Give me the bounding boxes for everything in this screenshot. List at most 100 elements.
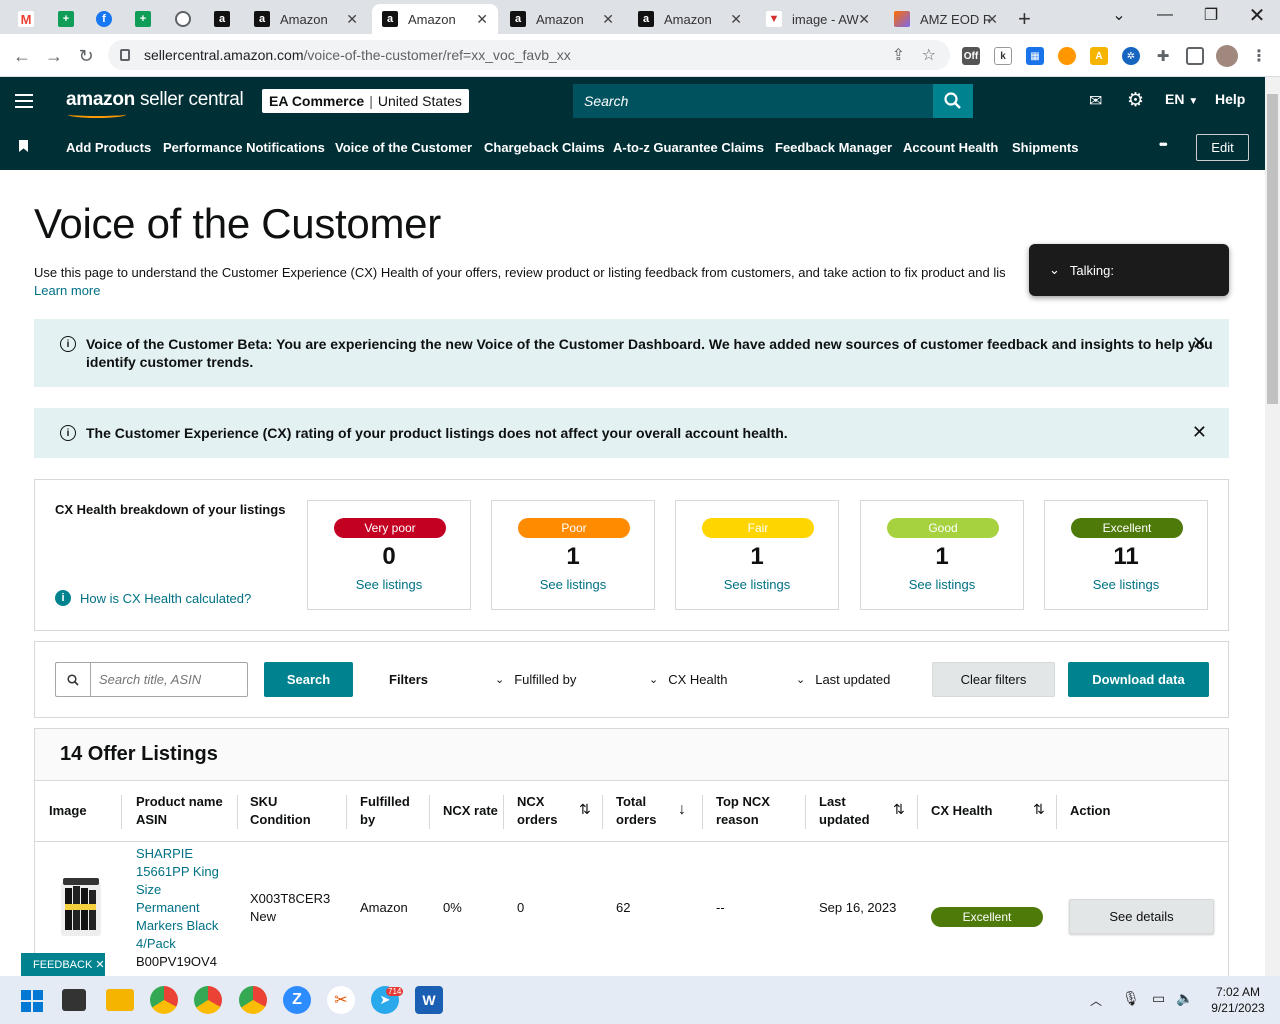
browser-tab-amz-eod[interactable]: AMZ EOD R ✕	[884, 4, 1008, 34]
nav-shipments[interactable]: Shipments	[1012, 140, 1078, 155]
seller-central-logo[interactable]: amazon seller central	[66, 89, 244, 118]
sort-icon[interactable]: ⇅	[579, 801, 591, 818]
file-explorer-icon[interactable]	[106, 989, 134, 1011]
forward-button[interactable]: →	[40, 42, 68, 70]
scrollbar-thumb[interactable]	[1267, 94, 1278, 404]
close-icon[interactable]: ✕	[346, 11, 358, 28]
browser-tab-sheets[interactable]: +	[48, 4, 80, 34]
see-details-button[interactable]: See details	[1069, 899, 1214, 934]
chrome-icon[interactable]	[150, 986, 178, 1014]
browser-menu-icon[interactable]: ⋮	[1250, 47, 1268, 65]
browser-tab-amazon-3[interactable]: a Amazon ✕	[500, 4, 624, 34]
see-listings-fair[interactable]: See listings	[676, 577, 838, 592]
page-scrollbar[interactable]	[1265, 77, 1280, 977]
account-switcher[interactable]: EA Commerce | United States	[262, 89, 469, 113]
last-updated-dropdown[interactable]: ⌄ Last updated	[796, 672, 890, 687]
extension-orange-icon[interactable]	[1058, 47, 1076, 65]
browser-tab-globe[interactable]	[165, 4, 197, 34]
extension-blue-icon[interactable]: ✲	[1122, 47, 1140, 65]
browser-tab-facebook[interactable]: f	[86, 4, 118, 34]
fulfilled-by-dropdown[interactable]: ⌄ Fulfilled by	[495, 672, 576, 687]
zoom-icon[interactable]: Z	[283, 986, 311, 1014]
address-bar[interactable]: sellercentral.amazon.com/voice-of-the-cu…	[108, 40, 950, 70]
microphone-icon[interactable]: 🎙	[1122, 990, 1140, 1007]
share-icon[interactable]: ⇪	[892, 45, 905, 65]
browser-tab-amazon-4[interactable]: a Amazon ✕	[628, 4, 752, 34]
close-window-button[interactable]: ✕	[1234, 0, 1280, 30]
header-search-input[interactable]: Search	[573, 84, 933, 118]
mail-icon[interactable]: ✉	[1089, 91, 1102, 111]
reload-button[interactable]: ↻	[72, 42, 100, 70]
feedback-tab[interactable]: FEEDBACK ✕	[21, 953, 105, 976]
tab-search-chevron-icon[interactable]: ⌄	[1096, 0, 1142, 30]
nav-performance-notifications[interactable]: Performance Notifications	[163, 140, 325, 155]
network-icon[interactable]: ▭	[1152, 990, 1165, 1007]
browser-tab-gmail[interactable]: M	[8, 4, 40, 34]
nav-add-products[interactable]: Add Products	[66, 140, 151, 155]
close-icon[interactable]: ✕	[1192, 333, 1207, 354]
bookmark-star-icon[interactable]: ☆	[922, 45, 936, 65]
sort-icon[interactable]: ⇅	[1033, 801, 1045, 818]
sort-icon[interactable]: ⇅	[893, 801, 905, 818]
task-view-icon[interactable]	[62, 989, 86, 1011]
nav-voice-of-the-customer[interactable]: Voice of the Customer	[335, 140, 472, 155]
listing-search-input[interactable]	[91, 663, 241, 696]
browser-tab-image[interactable]: ▼ image - AW ✕	[756, 4, 880, 34]
help-link[interactable]: Help	[1215, 91, 1245, 107]
minimize-button[interactable]: —	[1142, 0, 1188, 30]
more-menu-icon[interactable]: •••	[1159, 137, 1167, 151]
extension-keepa-icon[interactable]: k	[994, 47, 1012, 65]
edit-favorites-button[interactable]: Edit	[1196, 134, 1249, 161]
close-icon[interactable]: ✕	[858, 11, 870, 28]
clear-filters-button[interactable]: Clear filters	[932, 662, 1055, 697]
nav-feedback-manager[interactable]: Feedback Manager	[775, 140, 892, 155]
nav-chargeback-claims[interactable]: Chargeback Claims	[484, 140, 605, 155]
sort-descending-icon[interactable]: ↓	[678, 801, 686, 819]
cx-health-calculation-link[interactable]: i How is CX Health calculated?	[55, 590, 251, 606]
browser-tab-sheets-2[interactable]: +	[125, 4, 157, 34]
maximize-button[interactable]: ❐	[1188, 0, 1234, 30]
extension-grid-icon[interactable]: ▦	[1026, 47, 1044, 65]
bookmark-icon[interactable]	[19, 140, 28, 152]
close-icon[interactable]: ✕	[730, 11, 742, 28]
hamburger-menu-icon[interactable]	[15, 94, 33, 112]
system-clock[interactable]: 7:02 AM 9/21/2023	[1203, 984, 1273, 1016]
close-icon[interactable]: ✕	[1192, 422, 1207, 443]
header-search-button[interactable]	[933, 84, 973, 118]
chrome-profile-e-icon[interactable]	[194, 986, 222, 1014]
back-button[interactable]: ←	[8, 42, 36, 70]
snipping-tool-icon[interactable]: ✂	[327, 986, 355, 1014]
see-listings-excellent[interactable]: See listings	[1045, 577, 1207, 592]
volume-icon[interactable]: 🔈	[1176, 990, 1193, 1007]
product-name-link[interactable]: SHARPIE 15661PP King Size Permanent Mark…	[136, 845, 219, 971]
talking-popup[interactable]: ⌄ Talking:	[1029, 244, 1229, 296]
search-button[interactable]: Search	[264, 662, 353, 697]
settings-gear-icon[interactable]: ⚙	[1127, 89, 1144, 112]
extension-off-icon[interactable]: Off	[962, 47, 980, 65]
new-tab-button[interactable]: +	[1018, 4, 1048, 34]
close-icon[interactable]: ✕	[986, 11, 998, 28]
profile-avatar[interactable]	[1216, 45, 1238, 67]
extensions-puzzle-icon[interactable]: ✚	[1154, 47, 1172, 65]
side-panel-icon[interactable]	[1186, 47, 1204, 65]
tray-chevron-up-icon[interactable]: ︿	[1090, 992, 1102, 1009]
wps-writer-icon[interactable]: W	[415, 986, 443, 1014]
see-listings-poor[interactable]: See listings	[492, 577, 654, 592]
extension-helium-icon[interactable]: A	[1090, 47, 1108, 65]
chevron-down-icon[interactable]: ⌄	[1049, 262, 1060, 278]
close-icon[interactable]: ✕	[602, 11, 614, 28]
close-icon[interactable]: ✕	[476, 11, 488, 28]
browser-tab-amazon-2[interactable]: a Amazon ✕	[244, 4, 368, 34]
learn-more-link[interactable]: Learn more	[34, 283, 100, 298]
nav-a-to-z-claims[interactable]: A-to-z Guarantee Claims	[613, 140, 764, 155]
browser-tab-amazon-active[interactable]: a Amazon ✕	[372, 4, 498, 34]
nav-account-health[interactable]: Account Health	[903, 140, 998, 155]
windows-start-icon[interactable]	[21, 990, 43, 1012]
download-data-button[interactable]: Download data	[1068, 662, 1209, 697]
cx-health-dropdown[interactable]: ⌄ CX Health	[649, 672, 727, 687]
chrome-profile-3-icon[interactable]	[239, 986, 267, 1014]
language-selector[interactable]: EN ▼	[1165, 91, 1198, 107]
see-listings-very-poor[interactable]: See listings	[308, 577, 470, 592]
browser-tab-amazon-1[interactable]: a	[204, 4, 236, 34]
see-listings-good[interactable]: See listings	[861, 577, 1023, 592]
